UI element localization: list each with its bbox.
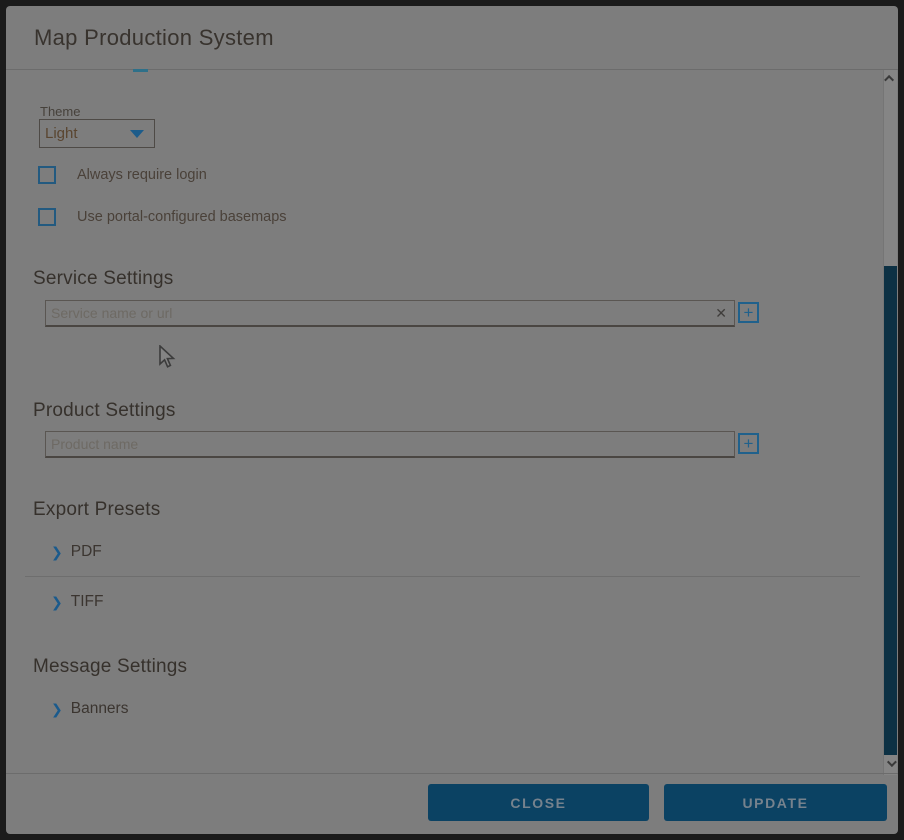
- checkbox-row-always-require-login[interactable]: Always require login: [38, 166, 207, 184]
- add-product-button[interactable]: +: [738, 433, 759, 454]
- preset-row-pdf[interactable]: ❯ PDF: [51, 543, 102, 561]
- theme-dropdown-value: Light: [45, 125, 78, 142]
- mouse-cursor: [158, 345, 178, 377]
- chevron-right-icon: ❯: [51, 544, 63, 561]
- preset-label: PDF: [71, 543, 102, 561]
- dialog-header: Map Production System: [6, 6, 898, 70]
- add-service-button[interactable]: +: [738, 302, 759, 323]
- product-input-wrap: [45, 431, 735, 458]
- service-settings-heading: Service Settings: [33, 268, 174, 290]
- checkbox-label: Use portal-configured basemaps: [77, 209, 287, 225]
- always-require-login-checkbox[interactable]: [38, 166, 56, 184]
- dialog-footer: CLOSE UPDATE: [6, 773, 898, 834]
- map-production-system-dialog: Map Production System Theme Light Always…: [6, 6, 898, 834]
- message-row-banners[interactable]: ❯ Banners: [51, 700, 128, 718]
- scrollbar-thumb[interactable]: [884, 266, 897, 755]
- checkbox-row-portal-basemaps[interactable]: Use portal-configured basemaps: [38, 208, 287, 226]
- dialog-title: Map Production System: [34, 25, 274, 51]
- close-button[interactable]: CLOSE: [428, 784, 649, 821]
- preset-row-tiff[interactable]: ❯ TIFF: [51, 593, 103, 611]
- theme-label: Theme: [40, 104, 80, 119]
- chevron-right-icon: ❯: [51, 701, 63, 718]
- plus-icon: +: [744, 304, 754, 321]
- preset-label: TIFF: [71, 593, 104, 611]
- clear-input-icon[interactable]: ✕: [715, 305, 727, 321]
- product-settings-heading: Product Settings: [33, 400, 176, 422]
- product-name-input[interactable]: [45, 431, 735, 458]
- plus-icon: +: [744, 435, 754, 452]
- message-label: Banners: [71, 700, 129, 718]
- scroll-down-icon[interactable]: [887, 760, 895, 768]
- export-presets-heading: Export Presets: [33, 499, 160, 521]
- message-settings-heading: Message Settings: [33, 656, 187, 678]
- checkbox-label: Always require login: [77, 167, 207, 183]
- preset-divider: [25, 576, 860, 577]
- portal-basemaps-checkbox[interactable]: [38, 208, 56, 226]
- service-input-wrap: ✕: [45, 300, 735, 327]
- update-button[interactable]: UPDATE: [664, 784, 887, 821]
- scroll-up-icon[interactable]: [887, 75, 895, 83]
- vertical-scrollbar[interactable]: [883, 70, 897, 775]
- scrolled-content-remnant: [133, 69, 148, 72]
- service-name-input[interactable]: [45, 300, 735, 327]
- theme-dropdown[interactable]: Light: [39, 119, 155, 148]
- chevron-right-icon: ❯: [51, 594, 63, 611]
- caret-down-icon: [130, 130, 144, 138]
